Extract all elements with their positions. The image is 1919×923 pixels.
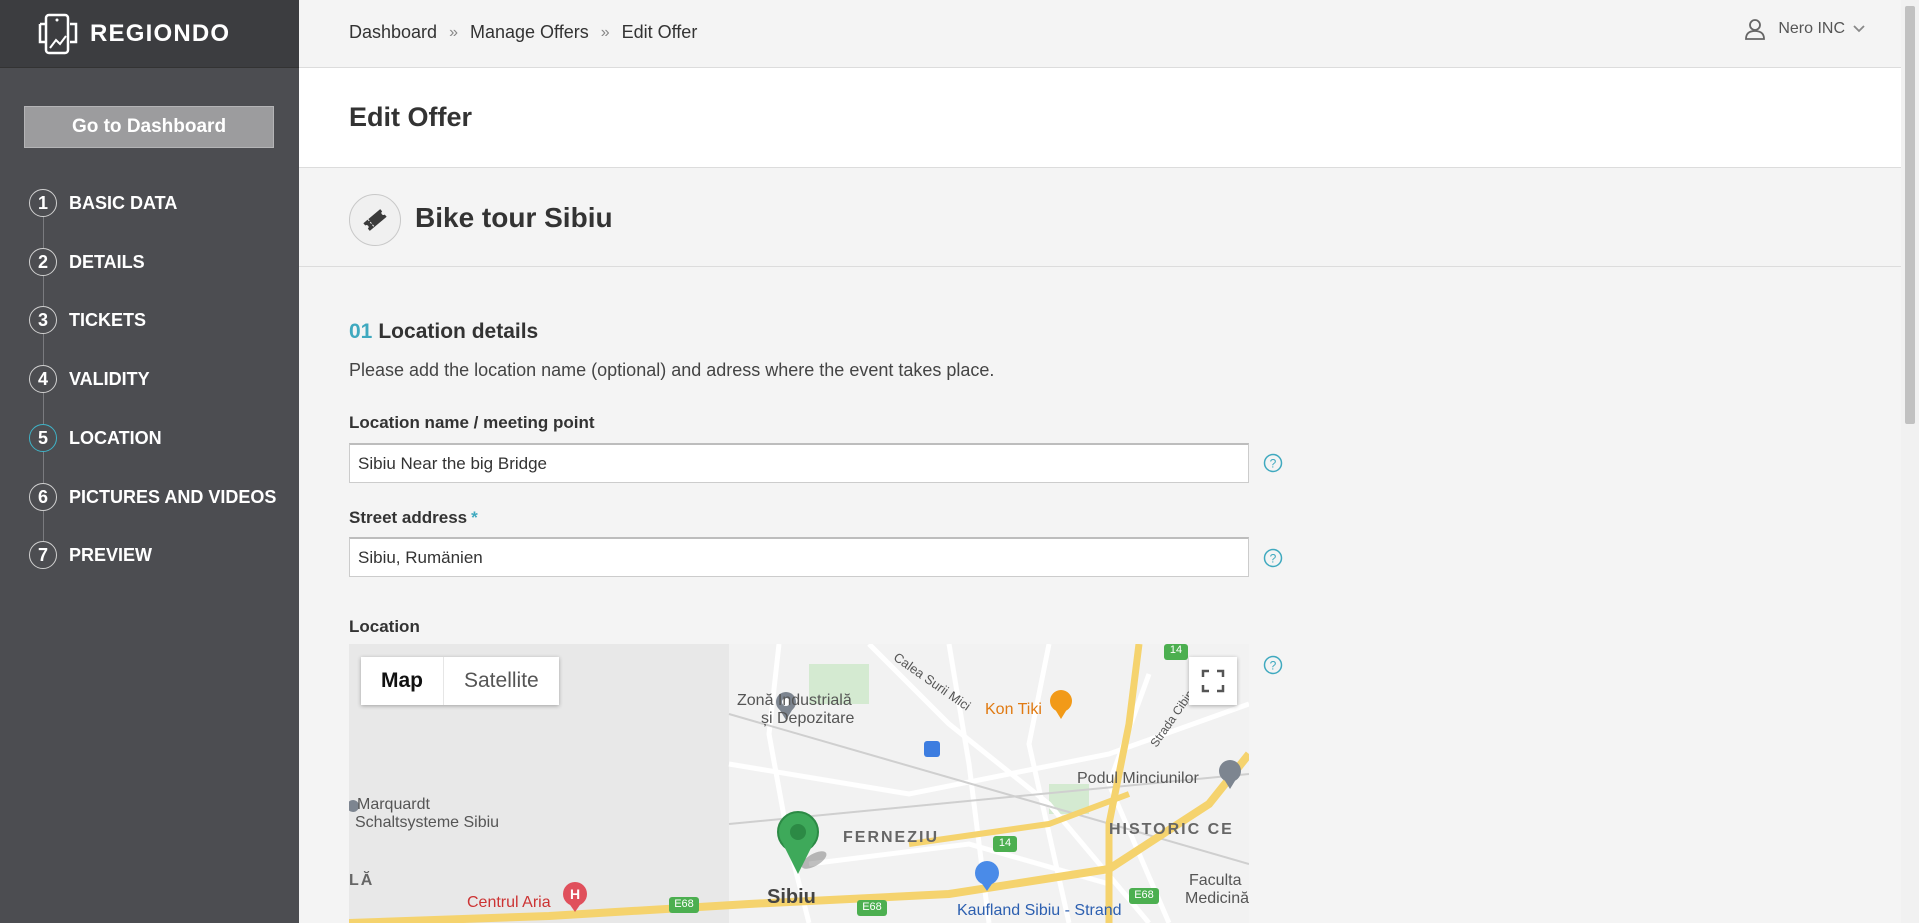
required-mark: * xyxy=(471,508,478,527)
location-map[interactable]: H Zonă Industrială și Depozitare Calea S… xyxy=(349,644,1249,923)
road-shield-14: 14 xyxy=(998,837,1012,849)
step-number: 2 xyxy=(29,248,57,276)
help-icon[interactable]: ? xyxy=(1263,453,1283,473)
breadcrumb-separator: » xyxy=(449,23,458,41)
user-name: Nero INC xyxy=(1778,20,1845,37)
svg-text:?: ? xyxy=(1270,552,1277,566)
map-label-zona: Zonă Industrială xyxy=(737,692,852,709)
offer-header: Bike tour Sibiu xyxy=(299,168,1901,267)
help-icon[interactable]: ? xyxy=(1263,548,1283,568)
step-number: 6 xyxy=(29,483,57,511)
map-label-facultatea: Faculta xyxy=(1189,872,1242,889)
map-label-centrul: Centrul Aria xyxy=(467,894,551,911)
scrollbar-thumb[interactable] xyxy=(1905,6,1915,424)
map-type-map-button[interactable]: Map xyxy=(361,657,444,705)
map-label-facultatea: Medicină xyxy=(1185,890,1249,907)
map-label-zona: și Depozitare xyxy=(761,710,855,727)
street-address-label-text: Street address xyxy=(349,508,468,527)
step-label: PREVIEW xyxy=(69,544,153,565)
brand-name: REGIONDO xyxy=(90,19,231,47)
street-address-input[interactable] xyxy=(349,537,1249,577)
regiondo-logo-icon xyxy=(38,13,78,54)
step-basic-data[interactable]: 1 BASIC DATA xyxy=(29,188,177,218)
breadcrumb-edit-offer: Edit Offer xyxy=(621,22,698,42)
breadcrumb-separator: » xyxy=(600,23,610,41)
page-header: Edit Offer xyxy=(299,68,1901,168)
breadcrumb: Dashboard » Manage Offers » Edit Offer xyxy=(349,22,697,43)
step-label: PICTURES AND VIDEOS xyxy=(69,486,277,507)
page-scrollbar[interactable] xyxy=(1901,0,1919,923)
map-label-la: LĂ xyxy=(349,872,375,889)
step-label: LOCATION xyxy=(69,427,162,448)
section-title: 01 Location details xyxy=(349,320,538,344)
step-number: 1 xyxy=(29,189,57,217)
map-label-sibiu: Sibiu xyxy=(767,886,816,908)
step-tickets[interactable]: 3 TICKETS xyxy=(29,305,146,335)
road-shield-14: 14 xyxy=(1169,644,1183,656)
step-details[interactable]: 2 DETAILS xyxy=(29,247,145,277)
step-pictures-and-videos[interactable]: 6 PICTURES AND VIDEOS xyxy=(29,482,276,512)
breadcrumb-dashboard[interactable]: Dashboard xyxy=(349,22,437,43)
section-description: Please add the location name (optional) … xyxy=(349,360,995,380)
step-label: TICKETS xyxy=(69,309,147,330)
offer-name: Bike tour Sibiu xyxy=(415,202,613,233)
location-name-label: Location name / meeting point xyxy=(349,413,595,432)
svg-text:?: ? xyxy=(1270,659,1277,673)
ticket-icon xyxy=(363,209,387,231)
map-label-kaufland: Kaufland Sibiu - Strand xyxy=(957,902,1122,919)
ticket-badge xyxy=(349,194,401,246)
step-number: 5 xyxy=(29,424,57,452)
road-shield-e68: E68 xyxy=(674,898,694,910)
breadcrumb-manage-offers[interactable]: Manage Offers xyxy=(470,22,589,43)
user-icon xyxy=(1745,19,1766,40)
sidebar: REGIONDO Go to Dashboard 1 BASIC DATA 2 … xyxy=(0,0,299,923)
page-title: Edit Offer xyxy=(349,102,473,132)
map-type-satellite-button[interactable]: Satellite xyxy=(444,657,559,705)
step-label: DETAILS xyxy=(69,251,145,272)
step-number: 3 xyxy=(29,306,57,334)
location-label: Location xyxy=(349,617,420,636)
map-label-historic: HISTORIC CE xyxy=(1109,821,1234,838)
logo-bar: REGIONDO xyxy=(0,0,299,68)
step-number: 7 xyxy=(29,541,57,569)
fullscreen-icon xyxy=(1201,669,1225,693)
road-shield-e68: E68 xyxy=(1134,889,1154,901)
location-name-input[interactable] xyxy=(349,443,1249,483)
help-icon[interactable]: ? xyxy=(1263,655,1283,675)
map-label-marquardt: Schaltsysteme Sibiu xyxy=(355,814,500,831)
road-shield-e68: E68 xyxy=(862,901,882,913)
map-label-ferneziu: FERNEZIU xyxy=(843,829,939,846)
chevron-down-icon xyxy=(1853,25,1865,33)
map-label-marquardt: Marquardt xyxy=(357,796,430,813)
section-number: 01 xyxy=(349,320,373,343)
fullscreen-button[interactable] xyxy=(1189,657,1237,705)
svg-text:?: ? xyxy=(1270,457,1277,471)
map-label-kontiki: Kon Tiki xyxy=(985,701,1042,718)
map-type-control: Map Satellite xyxy=(361,657,559,705)
step-label: BASIC DATA xyxy=(69,192,178,213)
step-preview[interactable]: 7 PREVIEW xyxy=(29,540,152,570)
topbar: Dashboard » Manage Offers » Edit Offer N… xyxy=(299,0,1901,68)
svg-text:H: H xyxy=(570,886,580,902)
step-number: 4 xyxy=(29,365,57,393)
step-validity[interactable]: 4 VALIDITY xyxy=(29,364,150,394)
step-label: VALIDITY xyxy=(69,368,150,389)
street-address-label: Street address * xyxy=(349,508,478,528)
map-label-podul: Podul Minciunilor xyxy=(1077,770,1199,787)
user-menu[interactable]: Nero INC xyxy=(1744,18,1877,40)
step-location[interactable]: 5 LOCATION xyxy=(29,423,162,453)
go-to-dashboard-button[interactable]: Go to Dashboard xyxy=(24,106,274,148)
section-title-text: Location details xyxy=(378,320,539,343)
